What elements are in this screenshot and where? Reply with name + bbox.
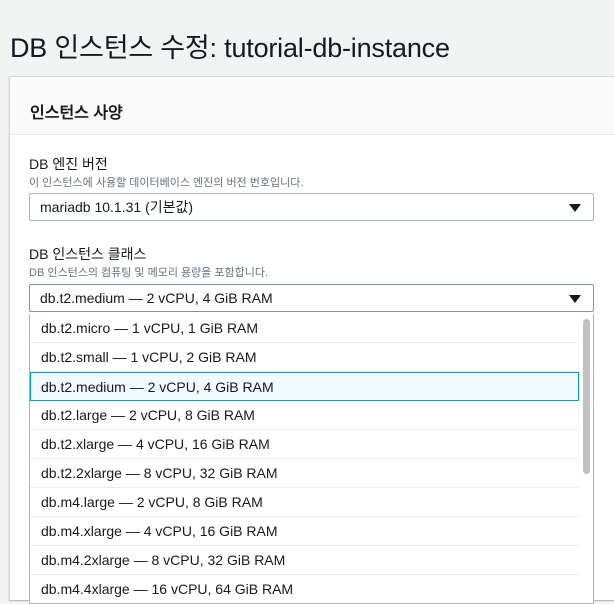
panel-header: 인스턴스 사양 (10, 77, 614, 135)
dropdown-scrollbar[interactable] (583, 319, 590, 474)
instance-class-description: DB 인스턴스의 컴퓨팅 및 메모리 용량을 포함합니다. (29, 267, 269, 279)
instance-class-dropdown: db.t2.micro — 1 vCPU, 1 GiB RAM db.t2.sma… (29, 314, 594, 604)
instance-class-select[interactable]: db.t2.medium — 2 vCPU, 4 GiB RAM (29, 284, 594, 312)
instance-class-option[interactable]: db.t2.small — 1 vCPU, 2 GiB RAM (30, 343, 579, 372)
instance-class-option[interactable]: db.t2.2xlarge — 8 vCPU, 32 GiB RAM (30, 459, 579, 488)
instance-spec-panel: 인스턴스 사양 DB 엔진 버전 이 인스턴스에 사용할 데이터베이스 엔진의 … (9, 76, 614, 604)
instance-class-option[interactable]: db.m4.4xlarge — 16 vCPU, 64 GiB RAM (30, 575, 579, 603)
instance-class-option[interactable]: db.m4.large — 2 vCPU, 8 GiB RAM (30, 488, 579, 517)
page-title: DB 인스턴스 수정: tutorial-db-instance (10, 33, 450, 63)
engine-version-value: mariadb 10.1.31 (기본값) (40, 199, 194, 215)
engine-version-label: DB 엔진 버전 (29, 156, 108, 172)
option-list: db.t2.micro — 1 vCPU, 1 GiB RAM db.t2.sma… (30, 314, 593, 603)
instance-class-option[interactable]: db.t2.large — 2 vCPU, 8 GiB RAM (30, 401, 579, 430)
caret-down-icon (569, 204, 581, 212)
instance-class-option[interactable]: db.m4.xlarge — 4 vCPU, 16 GiB RAM (30, 517, 579, 546)
engine-version-select[interactable]: mariadb 10.1.31 (기본값) (29, 193, 594, 221)
caret-down-icon (569, 295, 581, 303)
instance-class-option[interactable]: db.t2.medium — 2 vCPU, 4 GiB RAM (30, 372, 579, 401)
instance-class-option[interactable]: db.t2.xlarge — 4 vCPU, 16 GiB RAM (30, 430, 579, 459)
panel-title: 인스턴스 사양 (30, 105, 123, 122)
instance-class-label: DB 인스턴스 클래스 (29, 246, 147, 262)
instance-class-value: db.t2.medium — 2 vCPU, 4 GiB RAM (40, 290, 273, 306)
instance-class-option[interactable]: db.t2.micro — 1 vCPU, 1 GiB RAM (30, 314, 579, 343)
engine-version-description: 이 인스턴스에 사용할 데이터베이스 엔진의 버전 번호입니다. (29, 177, 304, 189)
instance-class-option[interactable]: db.m4.2xlarge — 8 vCPU, 32 GiB RAM (30, 546, 579, 575)
